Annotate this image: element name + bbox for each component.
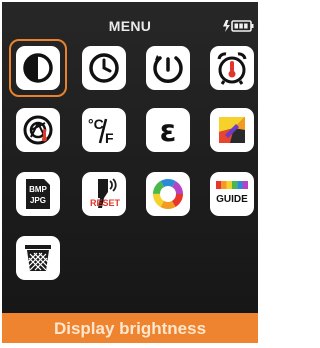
alarm-thermometer-icon bbox=[217, 52, 247, 85]
menu-item-auto-power-off[interactable] bbox=[146, 46, 190, 90]
menu-item-thermal-image[interactable] bbox=[210, 108, 254, 152]
svg-text:GUIDE: GUIDE bbox=[216, 194, 248, 205]
color-palette-icon bbox=[153, 179, 183, 209]
menu-item-temperature-unit[interactable]: °C F bbox=[82, 108, 126, 152]
svg-text:F: F bbox=[105, 130, 114, 146]
menu-item-clock[interactable] bbox=[82, 46, 126, 90]
selected-item-label: Display brightness bbox=[53, 319, 207, 338]
menu-item-emissivity[interactable]: ε bbox=[146, 108, 190, 152]
brightness-icon bbox=[23, 53, 53, 83]
menu-item-delete[interactable] bbox=[16, 236, 60, 280]
menu-item-guide[interactable]: GUIDE bbox=[210, 172, 254, 216]
image-format-icon: BMP JPG bbox=[26, 179, 50, 209]
factory-reset-icon: RESET bbox=[90, 178, 121, 208]
device-screen: MENU °C F ε BMP JPG RESET GUIDE Display … bbox=[2, 2, 258, 343]
menu-header: MENU bbox=[2, 2, 258, 38]
temperature-unit-icon: °C F bbox=[88, 116, 114, 146]
menu-item-color-palette[interactable] bbox=[146, 172, 190, 216]
delete-icon bbox=[25, 245, 51, 271]
menu-item-brightness[interactable] bbox=[16, 46, 60, 90]
guide-icon: GUIDE bbox=[216, 181, 248, 205]
auto-power-off-icon bbox=[153, 55, 183, 83]
svg-text:JPG: JPG bbox=[30, 196, 46, 205]
thermal-image-icon bbox=[219, 117, 245, 143]
svg-text:ε: ε bbox=[160, 114, 177, 147]
selected-item-label-bar: Display brightness bbox=[2, 313, 258, 343]
menu-item-image-format[interactable]: BMP JPG bbox=[16, 172, 60, 216]
menu-item-camera[interactable] bbox=[16, 108, 60, 152]
menu-item-factory-reset[interactable]: RESET bbox=[82, 172, 126, 216]
svg-text:RESET: RESET bbox=[90, 198, 121, 208]
clock-icon bbox=[89, 53, 119, 83]
emissivity-icon: ε bbox=[160, 114, 177, 147]
battery-charging-icon bbox=[223, 20, 254, 32]
camera-shutter-icon bbox=[23, 115, 53, 145]
svg-text:°C: °C bbox=[88, 116, 104, 132]
svg-text:BMP: BMP bbox=[29, 185, 47, 194]
menu-item-alarm[interactable] bbox=[210, 46, 254, 90]
menu-title: MENU bbox=[108, 18, 152, 34]
